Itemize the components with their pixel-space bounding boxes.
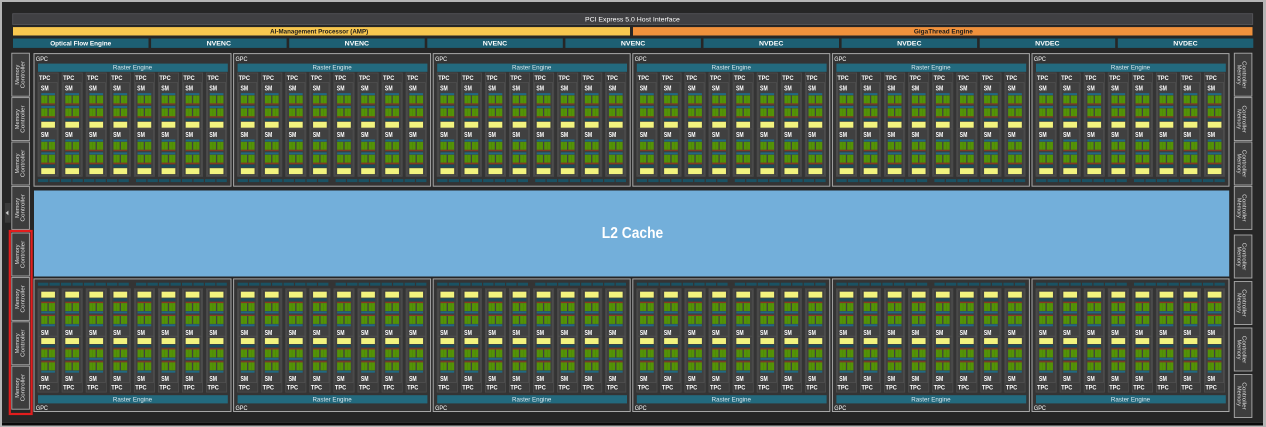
svg-text:NVDEC: NVDEC [897,41,922,48]
svg-text:Optical Flow Engine: Optical Flow Engine [50,41,111,48]
svg-text:AI-Management Processor (AMP): AI-Management Processor (AMP) [270,29,368,36]
svg-text:NVENC: NVENC [207,41,232,48]
svg-text:NVENC: NVENC [483,41,508,48]
svg-text:NVDEC: NVDEC [1173,41,1198,48]
svg-text:NVDEC: NVDEC [759,41,784,48]
svg-text:NVENC: NVENC [621,41,646,48]
svg-text:GigaThread Engine: GigaThread Engine [914,29,974,36]
svg-text:NVENC: NVENC [345,41,370,48]
svg-text:L2 Cache: L2 Cache [602,225,663,242]
svg-text:NVDEC: NVDEC [1035,41,1060,48]
svg-text:PCI Express 5.0 Host Interface: PCI Express 5.0 Host Interface [585,17,680,24]
